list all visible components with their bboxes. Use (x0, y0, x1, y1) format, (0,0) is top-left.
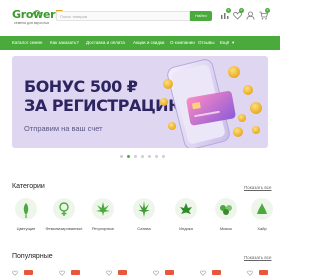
category-item[interactable]: Цветущие (10, 198, 42, 236)
category-label: Индика (179, 226, 193, 231)
category-icon-bg (251, 198, 273, 220)
carousel-dot[interactable] (148, 155, 151, 158)
female-icon (59, 202, 69, 216)
banner-title-line1: БОНУС 500 ₽ (24, 77, 138, 96)
heart-icon[interactable] (153, 270, 159, 276)
discount-badge (165, 270, 174, 275)
carousel-dots (120, 155, 170, 159)
category-label: Хайр (257, 226, 267, 231)
product-card[interactable] (198, 268, 224, 280)
category-icon-bg (15, 198, 37, 220)
discount-badge (24, 270, 33, 275)
carousel-dot[interactable] (134, 155, 137, 158)
category-icon-bg (175, 198, 197, 220)
product-card[interactable] (245, 268, 271, 280)
heart-icon[interactable] (106, 270, 112, 276)
favorites-badge: 0 (239, 8, 244, 13)
product-card[interactable] (57, 268, 83, 280)
site-header: GrowerZ семена для взрослых Поиск товаро… (0, 0, 280, 34)
category-item[interactable]: Сатива (128, 198, 160, 236)
banner-subtitle: Отправим на ваш счет (24, 124, 103, 133)
popular-title: Популярные (12, 253, 53, 260)
user-icon[interactable] (246, 11, 255, 20)
logo-tagline: семена для взрослых (14, 21, 50, 25)
category-item[interactable]: Регулярные (87, 198, 119, 236)
discount-badge (259, 270, 268, 275)
leaf-icon (96, 202, 110, 216)
heart-icon[interactable] (12, 270, 18, 276)
phone-card-coins-illustration (160, 59, 262, 148)
main-nav: Каталог семян Как заказать? Доставка и о… (0, 36, 280, 50)
search-input[interactable]: Поиск товаров (56, 11, 190, 21)
nav-item-about[interactable]: О компании (170, 40, 195, 45)
product-card[interactable] (10, 268, 36, 280)
carousel-dot[interactable] (155, 155, 158, 158)
category-item[interactable]: Хайр (246, 198, 278, 236)
search-button[interactable]: Найти (190, 11, 212, 21)
nav-item-delivery[interactable]: Доставка и оплата (86, 40, 125, 45)
category-icon-bg (53, 198, 75, 220)
nav-item-catalog[interactable]: Каталог семян (12, 40, 42, 45)
popular-show-all-link[interactable]: Показать все (244, 255, 271, 260)
mix-icon (220, 205, 232, 215)
carousel-dot[interactable] (162, 155, 165, 158)
hair-icon (257, 203, 267, 214)
heart-icon[interactable] (200, 270, 206, 276)
cart-badge: 0 (265, 8, 270, 13)
heart-icon[interactable] (59, 270, 65, 276)
nav-item-promotions[interactable]: Акции и скидки (133, 40, 164, 45)
category-item[interactable]: Миксы (210, 198, 242, 236)
category-label: Регулярные (91, 226, 115, 231)
chevron-down-icon[interactable]: ▾ (232, 40, 234, 46)
nav-item-reviews[interactable]: Отзывы (198, 40, 214, 45)
category-label: Сатива (137, 226, 151, 231)
discount-badge (118, 270, 127, 275)
nav-item-how-to-order[interactable]: Как заказать? (50, 40, 79, 45)
category-icon-bg (92, 198, 114, 220)
nav-item-more[interactable]: Ещё (220, 40, 229, 45)
carousel-dot-active[interactable] (127, 155, 130, 158)
product-card[interactable] (104, 268, 130, 280)
carousel-dot[interactable] (141, 155, 144, 158)
product-card[interactable] (151, 268, 177, 280)
search-placeholder: Поиск товаров (60, 13, 88, 19)
category-icon-bg (133, 198, 155, 220)
discount-badge (71, 270, 80, 275)
compare-badge: 0 (226, 8, 231, 13)
promo-banner[interactable]: БОНУС 500 ₽ ЗА РЕГИСТРАЦИЮ Отправим на в… (12, 56, 268, 148)
indica-icon (180, 203, 192, 214)
sativa-icon (138, 201, 150, 217)
discount-badge (212, 270, 221, 275)
categories-title: Категории (12, 183, 45, 190)
category-item[interactable]: Феминизированные (45, 198, 83, 236)
category-icon-bg (215, 198, 237, 220)
carousel-dot[interactable] (120, 155, 123, 158)
categories-show-all-link[interactable]: Показать все (244, 185, 271, 190)
flower-icon (23, 203, 29, 218)
category-item[interactable]: Индика (170, 198, 202, 236)
category-label: Феминизированные (45, 226, 83, 231)
heart-icon[interactable] (247, 270, 253, 276)
